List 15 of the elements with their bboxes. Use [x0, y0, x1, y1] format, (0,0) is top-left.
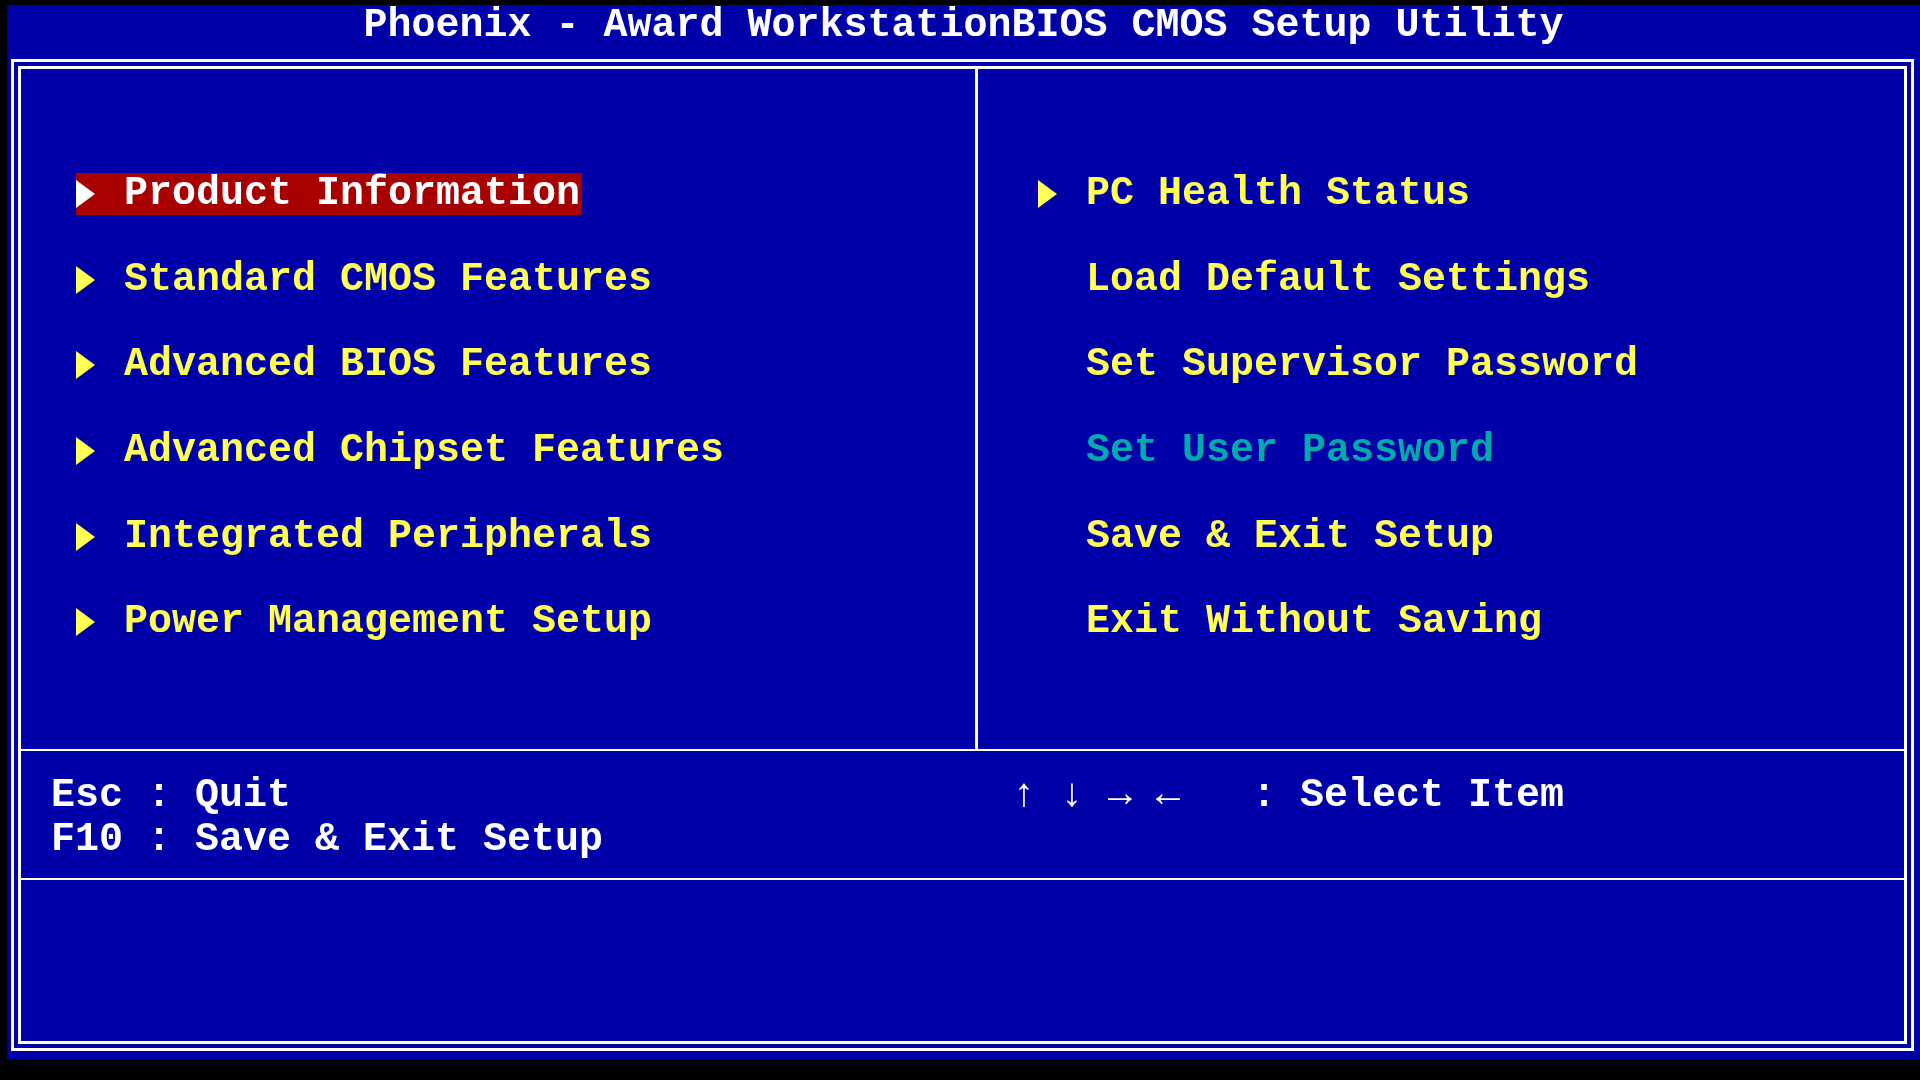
window-title: Phoenix - Award WorkstationBIOS CMOS Setup Utility: [363, 5, 1564, 50]
menu-item[interactable]: Integrated Peripherals: [76, 515, 655, 558]
menu-item[interactable]: Set Supervisor Password: [1086, 344, 1641, 387]
key-hint: ↑ ↓ → ← : Select Item: [1012, 774, 1565, 818]
menu-item[interactable]: Product Information: [76, 173, 583, 215]
menu-item[interactable]: Power Management Setup: [76, 601, 655, 644]
menu-item[interactable]: Save & Exit Setup: [1086, 515, 1497, 558]
menu-item[interactable]: Load Default Settings: [1086, 258, 1593, 301]
menu-item[interactable]: Advanced BIOS Features: [76, 344, 655, 387]
menu-item[interactable]: Exit Without Saving: [1086, 601, 1545, 644]
key-hint: Esc : Quit: [51, 774, 292, 818]
menu-item[interactable]: Standard CMOS Features: [76, 258, 655, 301]
key-hint: F10 : Save & Exit Setup: [51, 818, 604, 862]
menu-item[interactable]: PC Health Status: [1038, 173, 1473, 215]
menu-item[interactable]: Advanced Chipset Features: [76, 430, 727, 473]
